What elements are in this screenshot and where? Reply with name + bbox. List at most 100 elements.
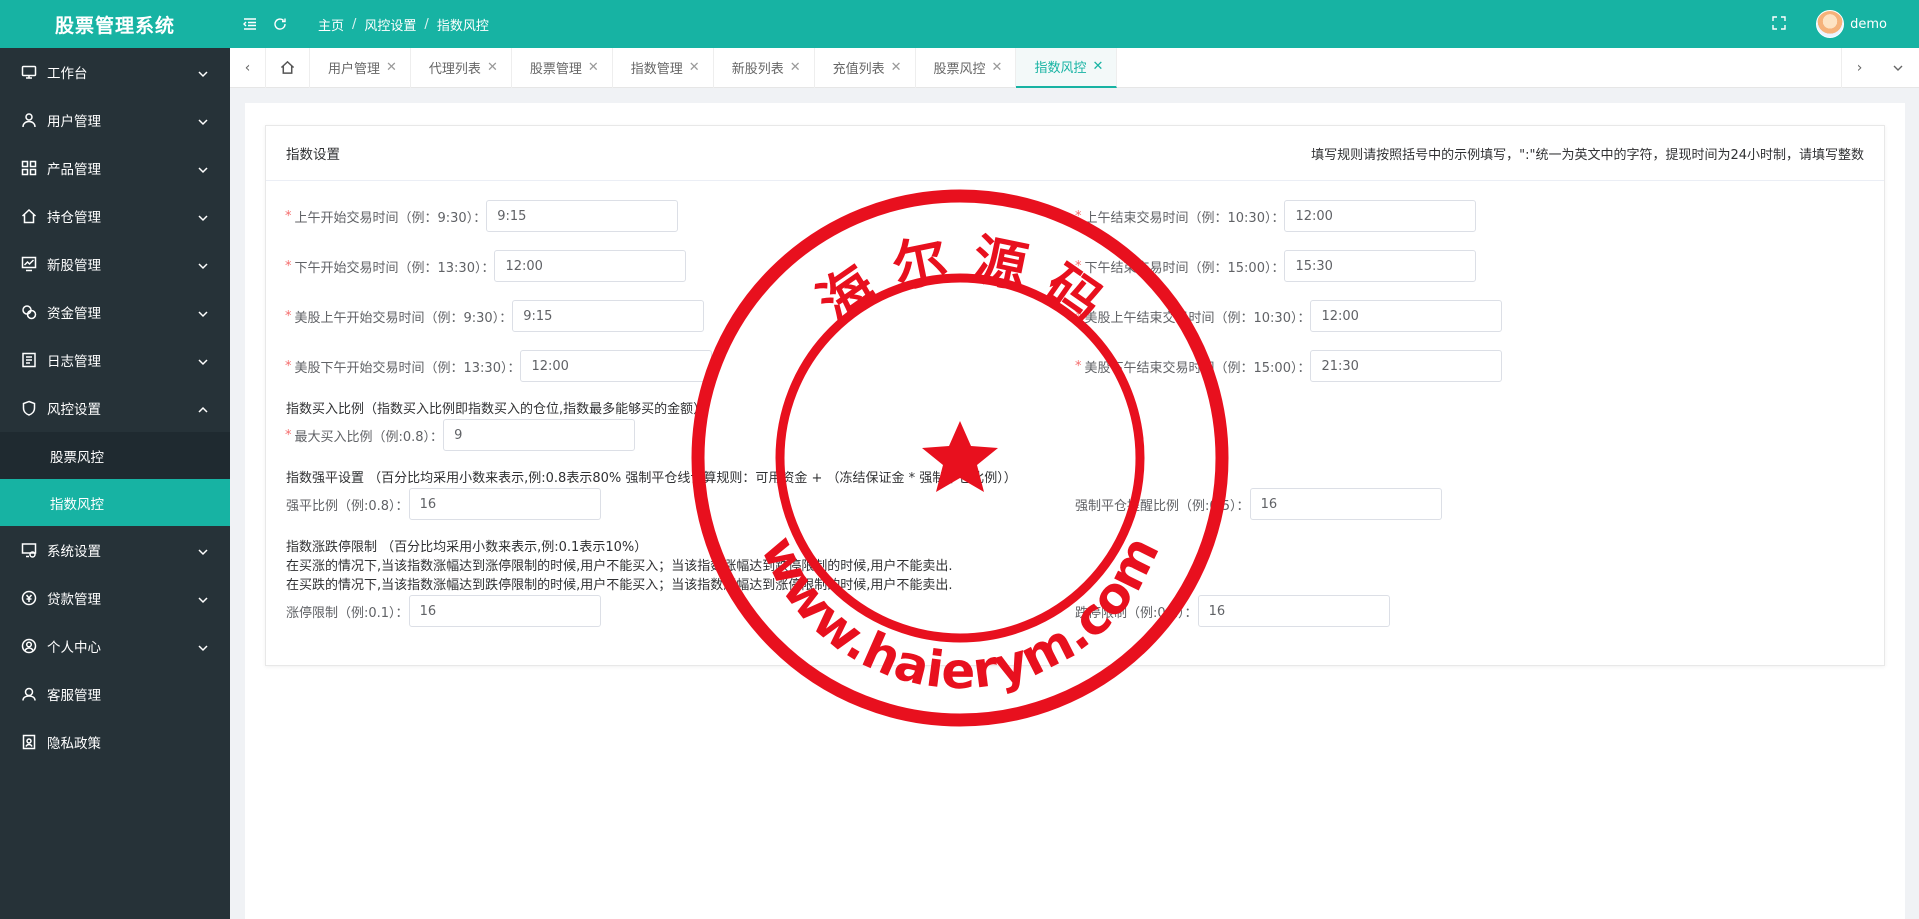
breadcrumb-risk-settings[interactable]: 风控设置 <box>364 15 416 34</box>
tabs-dropdown-icon[interactable] <box>1877 48 1919 88</box>
us-am-start-input[interactable] <box>512 300 705 332</box>
tabs-scroll-right-icon[interactable]: › <box>1841 47 1877 88</box>
chevron-down-icon <box>198 355 208 366</box>
sidebar-subitem-stock-risk[interactable]: 股票风控 <box>0 432 230 479</box>
am-end-input[interactable] <box>1284 200 1477 232</box>
field-label: 最大买入比例（例:0.8）： <box>294 429 444 445</box>
pm-end-input[interactable] <box>1284 250 1477 282</box>
close-icon[interactable]: ✕ <box>386 60 397 75</box>
am-start-input[interactable] <box>486 200 679 232</box>
chevron-down-icon <box>198 641 208 652</box>
field-label: 强制平仓提醒比例（例:0.5）： <box>1075 498 1250 514</box>
service-icon <box>20 685 38 703</box>
tab-home[interactable] <box>266 47 310 88</box>
sidebar-item-label: 日志管理 <box>47 354 101 370</box>
chevron-down-icon <box>198 67 208 78</box>
grid-icon <box>20 159 38 177</box>
max-buy-field: * 最大买入比例（例:0.8）： <box>285 419 636 451</box>
am-start-field: * 上午开始交易时间（例：9:30）： <box>285 200 679 232</box>
tab-index-management[interactable]: 指数管理 ✕ <box>613 47 714 88</box>
log-icon <box>20 351 38 369</box>
sidebar-item-label: 工作台 <box>47 66 88 82</box>
required-asterisk: * <box>285 358 292 374</box>
breadcrumb-home[interactable]: 主页 <box>318 15 344 34</box>
tab-ipo-list[interactable]: 新股列表 ✕ <box>714 47 815 88</box>
sidebar-item-risk-settings[interactable]: 风控设置 <box>0 384 230 432</box>
home-icon <box>280 60 295 74</box>
tab-label: 指数管理 <box>630 62 683 77</box>
force-ratio-field: 强平比例（例:0.8）： <box>286 488 601 520</box>
breadcrumb: 主页 / 风控设置 / 指数风控 <box>318 15 489 34</box>
sidebar-item-ipo[interactable]: 新股管理 <box>0 240 230 288</box>
field-label: 跌停限制（例:0.1）： <box>1075 605 1198 621</box>
sidebar-item-logs[interactable]: 日志管理 <box>0 336 230 384</box>
us-pm-start-input[interactable] <box>520 350 713 382</box>
sidebar-item-funds[interactable]: 资金管理 <box>0 288 230 336</box>
chevron-down-icon <box>198 211 208 222</box>
sidebar-item-label: 风控设置 <box>47 402 101 418</box>
close-icon[interactable]: ✕ <box>891 60 902 75</box>
sidebar-item-system-settings[interactable]: 系统设置 <box>0 526 230 574</box>
username[interactable]: demo <box>1850 17 1887 32</box>
sidebar-item-label: 客服管理 <box>47 688 101 704</box>
field-label: 上午开始交易时间（例：9:30）： <box>294 210 487 226</box>
sidebar-item-positions[interactable]: 持仓管理 <box>0 192 230 240</box>
top-bar: 股票管理系统 主页 / 风控设置 / 指数风控 demo <box>0 0 1919 48</box>
avatar[interactable] <box>1816 10 1845 38</box>
sidebar-item-products[interactable]: 产品管理 <box>0 144 230 192</box>
close-icon[interactable]: ✕ <box>689 60 700 75</box>
buy-ratio-note: 指数买入比例（指数买入比例即指数买入的仓位,指数最多能够买的金额） <box>286 402 707 417</box>
up-limit-input[interactable] <box>408 595 601 627</box>
field-label: 美股下午结束交易时间（例：15:00）： <box>1084 360 1311 376</box>
sidebar-item-users[interactable]: 用户管理 <box>0 96 230 144</box>
tab-stock-risk[interactable]: 股票风控 ✕ <box>916 47 1017 88</box>
sidebar-subitem-index-risk[interactable]: 指数风控 <box>0 479 230 526</box>
close-icon[interactable]: ✕ <box>1092 59 1103 74</box>
fill-rule-text: 填写规则请按照括号中的示例填写，":"统一为英文中的字符，提现时间为24小时制，… <box>1311 147 1864 163</box>
coins-icon <box>20 303 38 321</box>
menu-fold-icon[interactable] <box>240 14 260 34</box>
chart-icon <box>20 255 38 273</box>
app-title: 股票管理系统 <box>54 14 175 37</box>
close-icon[interactable]: ✕ <box>790 60 801 75</box>
chevron-up-icon <box>198 403 208 413</box>
sidebar-item-profile[interactable]: 个人中心 <box>0 622 230 670</box>
us-pm-end-input[interactable] <box>1310 350 1503 382</box>
close-icon[interactable]: ✕ <box>487 60 498 75</box>
close-icon[interactable]: ✕ <box>588 60 599 75</box>
down-limit-field: 跌停限制（例:0.1）： <box>1075 595 1390 627</box>
tab-label: 股票管理 <box>529 62 582 77</box>
sidebar-item-loans[interactable]: 贷款管理 <box>0 574 230 622</box>
tab-user-management[interactable]: 用户管理 ✕ <box>310 47 411 88</box>
sidebar-item-workbench[interactable]: 工作台 <box>0 48 230 96</box>
breadcrumb-separator: / <box>424 16 429 32</box>
tab-agent-list[interactable]: 代理列表 ✕ <box>411 47 512 88</box>
refresh-icon[interactable] <box>270 14 290 34</box>
required-asterisk: * <box>285 308 292 324</box>
sidebar-item-customer-service[interactable]: 客服管理 <box>0 670 230 718</box>
fullscreen-icon[interactable] <box>1772 15 1786 34</box>
chevron-down-icon <box>198 545 208 556</box>
down-limit-input[interactable] <box>1197 595 1390 627</box>
tabs-scroll-left-icon[interactable]: ‹ <box>230 47 266 88</box>
force-ratio-input[interactable] <box>408 488 601 520</box>
us-am-end-input[interactable] <box>1310 300 1503 332</box>
pm-start-input[interactable] <box>494 250 687 282</box>
sidebar-item-privacy[interactable]: 隐私政策 <box>0 718 230 766</box>
tab-label: 用户管理 <box>328 62 381 77</box>
max-buy-input[interactable] <box>443 419 636 451</box>
monitor-icon <box>20 63 38 81</box>
close-icon[interactable]: ✕ <box>992 60 1003 75</box>
tab-label: 新股列表 <box>731 62 784 77</box>
tab-recharge-list[interactable]: 充值列表 ✕ <box>815 47 916 88</box>
limit-note-rise: 在买涨的情况下,当该指数涨幅达到涨停限制的时候,用户不能买入；当该指数涨幅达到跌… <box>286 559 953 574</box>
sidebar-item-label: 隐私政策 <box>47 736 101 752</box>
us-am-start-field: * 美股上午开始交易时间（例：9:30）： <box>285 300 705 332</box>
required-asterisk: * <box>1075 358 1082 374</box>
force-warn-input[interactable] <box>1249 488 1442 520</box>
chevron-down-icon <box>198 307 208 318</box>
tab-stock-management[interactable]: 股票管理 ✕ <box>512 47 613 88</box>
tab-index-risk[interactable]: 指数风控 ✕ <box>1016 47 1118 88</box>
field-label: 美股上午结束交易时间（例：10:30）： <box>1084 310 1311 326</box>
panel-title: 指数设置 <box>286 147 340 163</box>
